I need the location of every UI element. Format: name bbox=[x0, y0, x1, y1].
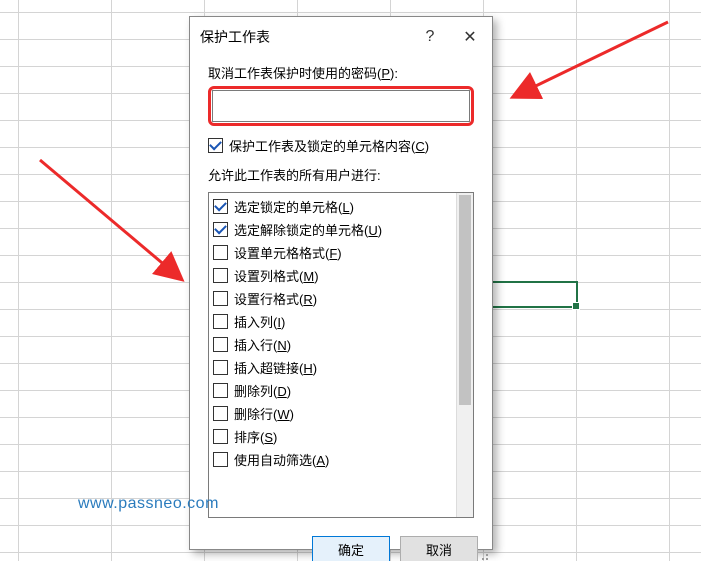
permission-checkbox[interactable] bbox=[213, 268, 228, 283]
permission-row[interactable]: 设置列格式(M) bbox=[213, 264, 452, 287]
scrollbar[interactable] bbox=[456, 193, 473, 517]
protect-sheet-dialog: 保护工作表 ? ✕ 取消工作表保护时使用的密码(P): 保护工作表及锁定的单元格… bbox=[189, 16, 493, 550]
help-button[interactable]: ? bbox=[410, 23, 450, 51]
permission-label: 设置行格式(R) bbox=[234, 289, 317, 308]
permission-checkbox[interactable] bbox=[213, 314, 228, 329]
dialog-title: 保护工作表 bbox=[200, 27, 410, 47]
permission-row[interactable]: 排序(S) bbox=[213, 425, 452, 448]
protect-contents-checkbox[interactable] bbox=[208, 138, 223, 153]
permission-checkbox[interactable] bbox=[213, 199, 228, 214]
cancel-button[interactable]: 取消 bbox=[400, 536, 478, 561]
permission-row[interactable]: 设置行格式(R) bbox=[213, 287, 452, 310]
ok-button[interactable]: 确定 bbox=[312, 536, 390, 561]
permission-label: 选定解除锁定的单元格(U) bbox=[234, 220, 382, 239]
permission-label: 插入超链接(H) bbox=[234, 358, 317, 377]
scroll-thumb[interactable] bbox=[459, 195, 471, 405]
protect-contents-label: 保护工作表及锁定的单元格内容(C) bbox=[229, 136, 429, 155]
permission-row[interactable]: 删除行(W) bbox=[213, 402, 452, 425]
protect-contents-row[interactable]: 保护工作表及锁定的单元格内容(C) bbox=[208, 134, 474, 157]
password-label: 取消工作表保护时使用的密码(P): bbox=[208, 63, 474, 82]
permission-row[interactable]: 使用自动筛选(A) bbox=[213, 448, 452, 471]
permission-label: 设置单元格格式(F) bbox=[234, 243, 342, 262]
password-highlight bbox=[208, 86, 474, 126]
permission-checkbox[interactable] bbox=[213, 406, 228, 421]
dialog-body: 取消工作表保护时使用的密码(P): 保护工作表及锁定的单元格内容(C) 允许此工… bbox=[190, 57, 492, 526]
permission-row[interactable]: 插入行(N) bbox=[213, 333, 452, 356]
permission-label: 删除行(W) bbox=[234, 404, 294, 423]
permissions-list-inner[interactable]: 选定锁定的单元格(L) 选定解除锁定的单元格(U) 设置单元格格式(F) 设置列格式(… bbox=[209, 193, 456, 517]
permission-checkbox[interactable] bbox=[213, 291, 228, 306]
close-button[interactable]: ✕ bbox=[450, 23, 490, 51]
active-cell[interactable] bbox=[485, 281, 578, 308]
permission-row[interactable]: 插入超链接(H) bbox=[213, 356, 452, 379]
allow-label: 允许此工作表的所有用户进行: bbox=[208, 165, 474, 184]
permission-label: 插入行(N) bbox=[234, 335, 291, 354]
permission-label: 插入列(I) bbox=[234, 312, 285, 331]
permission-row[interactable]: 插入列(I) bbox=[213, 310, 452, 333]
dialog-titlebar[interactable]: 保护工作表 ? ✕ bbox=[190, 17, 492, 57]
permission-checkbox[interactable] bbox=[213, 222, 228, 237]
permission-label: 设置列格式(M) bbox=[234, 266, 319, 285]
permission-checkbox[interactable] bbox=[213, 337, 228, 352]
permission-row[interactable]: 选定锁定的单元格(L) bbox=[213, 195, 452, 218]
permission-label: 使用自动筛选(A) bbox=[234, 450, 329, 469]
permissions-list: 选定锁定的单元格(L) 选定解除锁定的单元格(U) 设置单元格格式(F) 设置列格式(… bbox=[208, 192, 474, 518]
permission-checkbox[interactable] bbox=[213, 360, 228, 375]
permission-row[interactable]: 选定解除锁定的单元格(U) bbox=[213, 218, 452, 241]
permission-row[interactable]: 删除列(D) bbox=[213, 379, 452, 402]
permission-checkbox[interactable] bbox=[213, 452, 228, 467]
permission-checkbox[interactable] bbox=[213, 245, 228, 260]
permission-checkbox[interactable] bbox=[213, 429, 228, 444]
watermark: www.passneo.com bbox=[78, 495, 219, 513]
permission-checkbox[interactable] bbox=[213, 383, 228, 398]
permission-label: 选定锁定的单元格(L) bbox=[234, 197, 354, 216]
dialog-buttons: 确定 取消 bbox=[190, 526, 492, 561]
permission-label: 排序(S) bbox=[234, 427, 277, 446]
permission-row[interactable]: 设置单元格格式(F) bbox=[213, 241, 452, 264]
permission-label: 删除列(D) bbox=[234, 381, 291, 400]
resize-grip-icon[interactable] bbox=[476, 552, 490, 561]
password-input[interactable] bbox=[212, 90, 470, 122]
